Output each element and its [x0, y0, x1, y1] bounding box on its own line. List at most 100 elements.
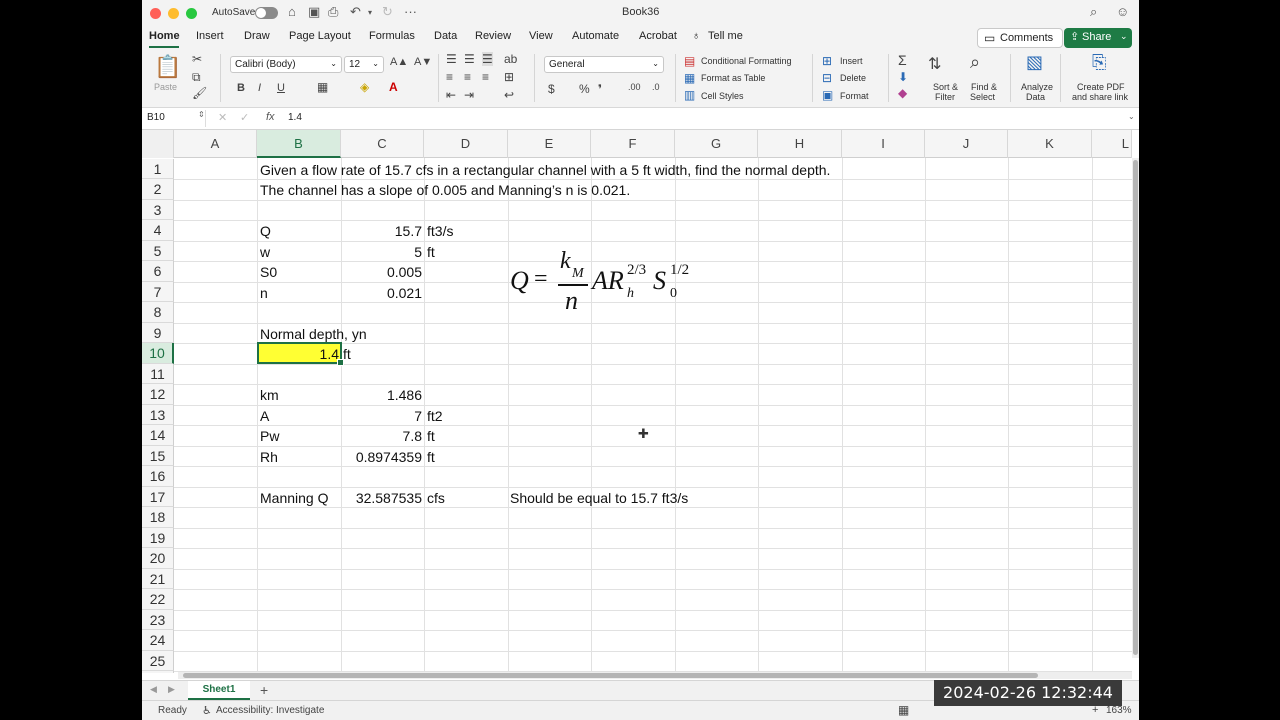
- format-cells-label[interactable]: Format: [840, 91, 869, 101]
- increase-decimal-icon[interactable]: .00: [628, 82, 641, 92]
- cell-b17[interactable]: Manning Q: [260, 488, 328, 508]
- decrease-font-icon[interactable]: A▼: [414, 56, 432, 68]
- conditional-formatting-label[interactable]: Conditional Formatting: [701, 56, 792, 66]
- create-pdf-icon[interactable]: ⎘: [1092, 52, 1106, 73]
- cell-d5[interactable]: ft: [427, 242, 435, 262]
- clear-icon[interactable]: ◆: [898, 86, 907, 100]
- select-all-corner[interactable]: [142, 130, 174, 158]
- cell-styles-icon[interactable]: ▥: [684, 88, 695, 102]
- underline-icon[interactable]: U: [277, 82, 285, 94]
- comma-style-icon[interactable]: ❜: [598, 82, 602, 96]
- cell-b12[interactable]: km: [260, 385, 279, 405]
- formula-input[interactable]: 1.4: [288, 112, 302, 123]
- cell-d15[interactable]: ft: [427, 447, 435, 467]
- delete-cells-icon[interactable]: ⊟: [822, 71, 832, 85]
- row-header-20[interactable]: 20: [142, 548, 174, 569]
- fill-icon[interactable]: ⬇: [898, 70, 908, 84]
- find-select-label-2[interactable]: Select: [970, 92, 995, 102]
- column-header-k[interactable]: K: [1008, 130, 1092, 158]
- align-center-icon[interactable]: ≡: [464, 70, 471, 84]
- cancel-icon[interactable]: ✕: [218, 111, 227, 124]
- tab-automate[interactable]: Automate: [572, 30, 619, 42]
- format-as-table-icon[interactable]: ▦: [684, 71, 695, 85]
- create-pdf-label-1[interactable]: Create PDF: [1077, 82, 1125, 92]
- worksheet-grid[interactable]: A B C D E F G H I J K L 1 2 3 4 5 6 7 8 …: [142, 130, 1132, 673]
- next-sheet-icon[interactable]: ▶: [168, 684, 175, 695]
- insert-function-icon[interactable]: fx: [266, 111, 275, 123]
- conditional-formatting-icon[interactable]: ▤: [684, 54, 695, 68]
- tab-data[interactable]: Data: [434, 30, 457, 42]
- cell-d4[interactable]: ft3/s: [427, 221, 453, 241]
- comments-button[interactable]: ▭ Comments: [977, 28, 1063, 48]
- cell-b9[interactable]: Normal depth, yn: [260, 324, 367, 344]
- align-middle-icon[interactable]: ☰: [464, 52, 475, 66]
- tab-page-layout[interactable]: Page Layout: [289, 30, 351, 42]
- row-header-18[interactable]: 18: [142, 507, 174, 528]
- minimize-window-icon[interactable]: [168, 8, 179, 19]
- horizontal-scrollbar[interactable]: [178, 672, 1132, 679]
- row-header-2[interactable]: 2: [142, 179, 174, 200]
- row-header-13[interactable]: 13: [142, 405, 174, 425]
- column-header-h[interactable]: H: [758, 130, 842, 158]
- cell-c6[interactable]: 0.005: [341, 262, 422, 282]
- add-sheet-button[interactable]: +: [260, 682, 268, 698]
- analyze-data-label-2[interactable]: Data: [1026, 92, 1045, 102]
- cell-c12[interactable]: 1.486: [341, 385, 422, 405]
- tell-me[interactable]: Tell me: [708, 30, 743, 42]
- format-as-table-label[interactable]: Format as Table: [701, 73, 765, 83]
- row-header-7[interactable]: 7: [142, 282, 174, 302]
- row-header-5[interactable]: 5: [142, 241, 174, 261]
- cell-c7[interactable]: 0.021: [341, 283, 422, 303]
- decrease-decimal-icon[interactable]: .0: [652, 82, 660, 92]
- row-header-25[interactable]: 25: [142, 651, 174, 671]
- cell-d17[interactable]: cfs: [427, 488, 445, 508]
- tab-insert[interactable]: Insert: [196, 30, 224, 42]
- column-header-d[interactable]: D: [424, 130, 508, 158]
- row-header-22[interactable]: 22: [142, 589, 174, 610]
- manning-equation[interactable]: Q = k M n AR h 2/3 S 0 1/2: [510, 248, 710, 322]
- bold-icon[interactable]: B: [237, 82, 245, 94]
- zoom-window-icon[interactable]: [186, 8, 197, 19]
- autosum-icon[interactable]: Σ: [898, 52, 907, 68]
- row-header-17[interactable]: 17: [142, 487, 174, 507]
- cell-c10[interactable]: ft: [343, 344, 351, 364]
- align-right-icon[interactable]: ≡: [482, 70, 489, 84]
- tab-draw[interactable]: Draw: [244, 30, 270, 42]
- cell-b14[interactable]: Pw: [260, 426, 279, 446]
- tab-formulas[interactable]: Formulas: [369, 30, 415, 42]
- currency-icon[interactable]: $: [548, 82, 555, 96]
- tab-home[interactable]: Home: [149, 30, 180, 42]
- cell-b13[interactable]: A: [260, 406, 269, 426]
- name-box-stepper-icon[interactable]: ⇕: [198, 110, 205, 119]
- format-cells-icon[interactable]: ▣: [822, 88, 833, 102]
- row-header-6[interactable]: 6: [142, 261, 174, 282]
- cell-b10[interactable]: 1.4: [257, 344, 339, 364]
- row-header-4[interactable]: 4: [142, 220, 174, 241]
- percent-icon[interactable]: %: [579, 82, 590, 96]
- normal-view-icon[interactable]: ▦: [898, 703, 909, 717]
- row-header-21[interactable]: 21: [142, 569, 174, 589]
- number-format-select[interactable]: General ⌄: [544, 56, 664, 73]
- orientation-icon[interactable]: ab: [504, 52, 517, 66]
- tab-acrobat[interactable]: Acrobat: [639, 30, 677, 42]
- delete-cells-label[interactable]: Delete: [840, 73, 866, 83]
- copy-icon[interactable]: ⧉: [192, 70, 201, 85]
- sheet-tab-sheet1[interactable]: Sheet1: [188, 681, 250, 700]
- column-header-c[interactable]: C: [341, 130, 424, 158]
- row-header-12[interactable]: 12: [142, 384, 174, 405]
- row-header-9[interactable]: 9: [142, 323, 174, 343]
- cell-c4[interactable]: 15.7: [341, 221, 422, 241]
- cell-styles-label[interactable]: Cell Styles: [701, 91, 744, 101]
- redo-icon[interactable]: ↻: [382, 4, 393, 20]
- cell-c15[interactable]: 0.8974359: [341, 447, 422, 467]
- row-header-19[interactable]: 19: [142, 528, 174, 548]
- more-icon[interactable]: ···: [404, 4, 417, 19]
- column-header-a[interactable]: A: [174, 130, 257, 158]
- cell-c13[interactable]: 7: [341, 406, 422, 426]
- sort-filter-label-2[interactable]: Filter: [935, 92, 955, 102]
- paste-icon[interactable]: 📋: [154, 54, 181, 80]
- find-select-icon[interactable]: ⌕: [970, 52, 980, 73]
- font-color-icon[interactable]: A: [389, 80, 398, 94]
- horizontal-scroll-thumb[interactable]: [183, 673, 1038, 678]
- cell-d13[interactable]: ft2: [427, 406, 443, 426]
